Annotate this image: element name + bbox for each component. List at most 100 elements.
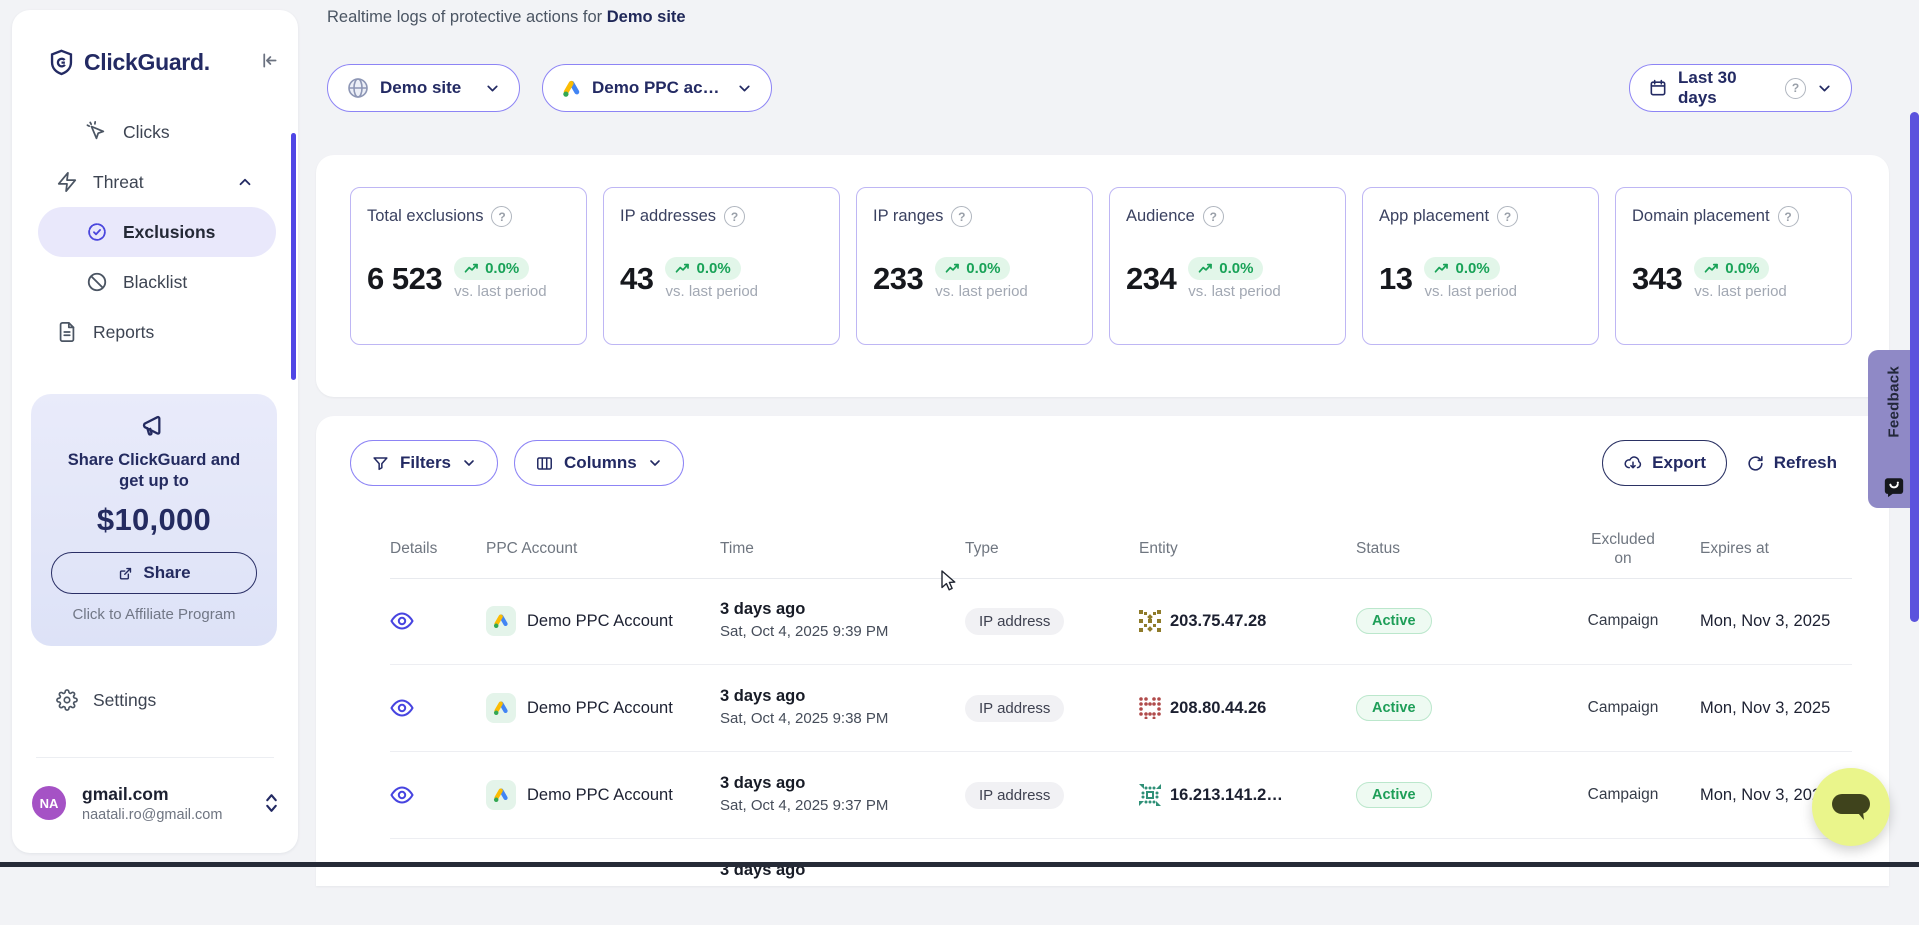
identicon — [1139, 784, 1161, 806]
time-full: Sat, Oct 4, 2025 9:38 PM — [720, 710, 965, 727]
sidebar-item-reports[interactable]: Reports — [12, 307, 298, 357]
stat-label: Total exclusions — [367, 207, 483, 226]
stat-ip-ranges: IP ranges 233 0.0% vs. last period — [856, 187, 1093, 345]
collapse-sidebar-icon[interactable] — [259, 50, 280, 71]
question-circle-icon[interactable] — [1203, 206, 1224, 227]
sidebar-item-threat[interactable]: Threat — [12, 157, 298, 207]
details-eye-icon[interactable] — [390, 696, 414, 720]
google-ads-icon — [561, 78, 582, 99]
sidebar-item-label: Clicks — [123, 122, 170, 143]
ppc-account-selector[interactable]: Demo PPC ac… — [542, 64, 772, 112]
columns-icon — [535, 454, 554, 473]
excluded-on-value: Campaign — [1588, 612, 1659, 630]
bottom-edge-bar — [0, 862, 1919, 867]
share-button-label: Share — [143, 563, 190, 583]
sidebar-item-exclusions[interactable]: Exclusions — [38, 207, 276, 257]
question-circle-icon[interactable] — [1778, 206, 1799, 227]
page-scrollbar[interactable] — [1910, 112, 1919, 622]
affiliate-promo-card[interactable]: Share ClickGuard and get up to $10,000 S… — [31, 394, 277, 646]
excluded-on-value: Campaign — [1588, 786, 1659, 804]
column-header-expires-at[interactable]: Expires at — [1700, 540, 1852, 558]
filters-button[interactable]: Filters — [350, 440, 498, 486]
site-selector[interactable]: Demo site — [327, 64, 520, 112]
sidebar-item-settings[interactable]: Settings — [12, 675, 298, 725]
mouse-cursor — [940, 570, 962, 594]
stat-caption: vs. last period — [1424, 283, 1517, 300]
date-range-selector[interactable]: Last 30 days — [1629, 64, 1852, 112]
stat-total-exclusions: Total exclusions 6 523 0.0% vs. last per… — [350, 187, 587, 345]
account-email: naatali.ro@gmail.com — [82, 807, 222, 823]
page-subtitle-prefix: Realtime logs of protective actions for — [327, 8, 602, 26]
avatar: NA — [32, 786, 66, 820]
column-header-entity[interactable]: Entity — [1139, 540, 1356, 558]
question-circle-icon[interactable] — [951, 206, 972, 227]
sidebar-menu: Clicks Threat Exclusions — [12, 107, 298, 357]
status-badge: Active — [1356, 608, 1432, 634]
table-row-partial[interactable]: 3 days ago — [390, 839, 1852, 925]
trend-value: 0.0% — [1725, 260, 1759, 277]
type-badge: IP address — [965, 608, 1064, 635]
export-button[interactable]: Export — [1602, 440, 1727, 486]
question-circle-icon — [1785, 78, 1806, 99]
chevrons-up-down-icon — [263, 792, 280, 814]
table-row[interactable]: Demo PPC Account 3 days ago Sat, Oct 4, … — [390, 578, 1852, 665]
entity-value: 208.80.44.26 — [1170, 699, 1266, 718]
chevron-down-icon — [1816, 80, 1833, 97]
stat-label: Domain placement — [1632, 207, 1770, 226]
columns-button[interactable]: Columns — [514, 440, 684, 486]
trend-value: 0.0% — [696, 260, 730, 277]
stat-value: 233 — [873, 261, 923, 297]
share-button[interactable]: Share — [51, 552, 257, 594]
expires-at-value: Mon, Nov 3, 2025 — [1700, 612, 1852, 631]
table-row[interactable]: Demo PPC Account 3 days ago Sat, Oct 4, … — [390, 665, 1852, 752]
refresh-button[interactable]: Refresh — [1746, 440, 1837, 486]
column-header-excluded-on[interactable]: Excluded on — [1584, 530, 1662, 568]
trend-badge: 0.0% — [1188, 257, 1263, 280]
column-header-status[interactable]: Status — [1356, 540, 1546, 558]
column-header-time[interactable]: Time — [720, 540, 965, 558]
trend-badge: 0.0% — [1694, 257, 1769, 280]
sidebar-item-clicks[interactable]: Clicks — [12, 107, 298, 157]
details-eye-icon[interactable] — [390, 783, 414, 807]
identicon — [1139, 610, 1161, 632]
stat-value: 6 523 — [367, 261, 442, 297]
exclusions-table-card: Filters Columns Export — [316, 416, 1889, 886]
clickguard-shield-icon — [48, 48, 75, 77]
column-header-ppc-account[interactable]: PPC Account — [486, 540, 720, 558]
chevron-down-icon — [736, 80, 753, 97]
chat-launcher-button[interactable] — [1812, 768, 1890, 846]
filters-button-label: Filters — [400, 453, 451, 473]
trend-value: 0.0% — [966, 260, 1000, 277]
column-header-type[interactable]: Type — [965, 540, 1139, 558]
feedback-tab-label: Feedback — [1885, 366, 1902, 438]
stat-label: IP ranges — [873, 207, 943, 226]
question-circle-icon[interactable] — [491, 206, 512, 227]
time-relative: 3 days ago — [720, 600, 965, 619]
question-circle-icon[interactable] — [1497, 206, 1518, 227]
trending-up-icon — [464, 263, 479, 274]
trending-up-icon — [1434, 263, 1449, 274]
ppc-account-selector-value: Demo PPC ac… — [592, 78, 720, 98]
badge-check-icon — [86, 221, 108, 243]
promo-text-line2: get up to — [31, 471, 277, 492]
trend-value: 0.0% — [485, 260, 519, 277]
trend-badge: 0.0% — [1424, 257, 1499, 280]
sidebar-scrollbar[interactable] — [291, 133, 296, 380]
sidebar-divider — [36, 757, 274, 758]
sidebar-item-blacklist[interactable]: Blacklist — [12, 257, 298, 307]
trend-value: 0.0% — [1455, 260, 1489, 277]
question-circle-icon[interactable] — [724, 206, 745, 227]
stat-value: 234 — [1126, 261, 1176, 297]
sidebar-item-label: Exclusions — [123, 222, 215, 243]
column-header-details[interactable]: Details — [390, 540, 486, 558]
entity-value: 203.75.47.28 — [1170, 612, 1266, 631]
chat-bubble-icon — [1830, 792, 1872, 822]
funnel-icon — [371, 454, 390, 473]
table-row[interactable]: Demo PPC Account 3 days ago Sat, Oct 4, … — [390, 752, 1852, 839]
trending-up-icon — [675, 263, 690, 274]
chevron-up-icon[interactable] — [236, 173, 254, 191]
refresh-button-label: Refresh — [1774, 453, 1837, 473]
chevron-down-icon — [461, 455, 477, 471]
account-switcher[interactable]: NA gmail.com naatali.ro@gmail.com — [32, 775, 280, 831]
details-eye-icon[interactable] — [390, 609, 414, 633]
